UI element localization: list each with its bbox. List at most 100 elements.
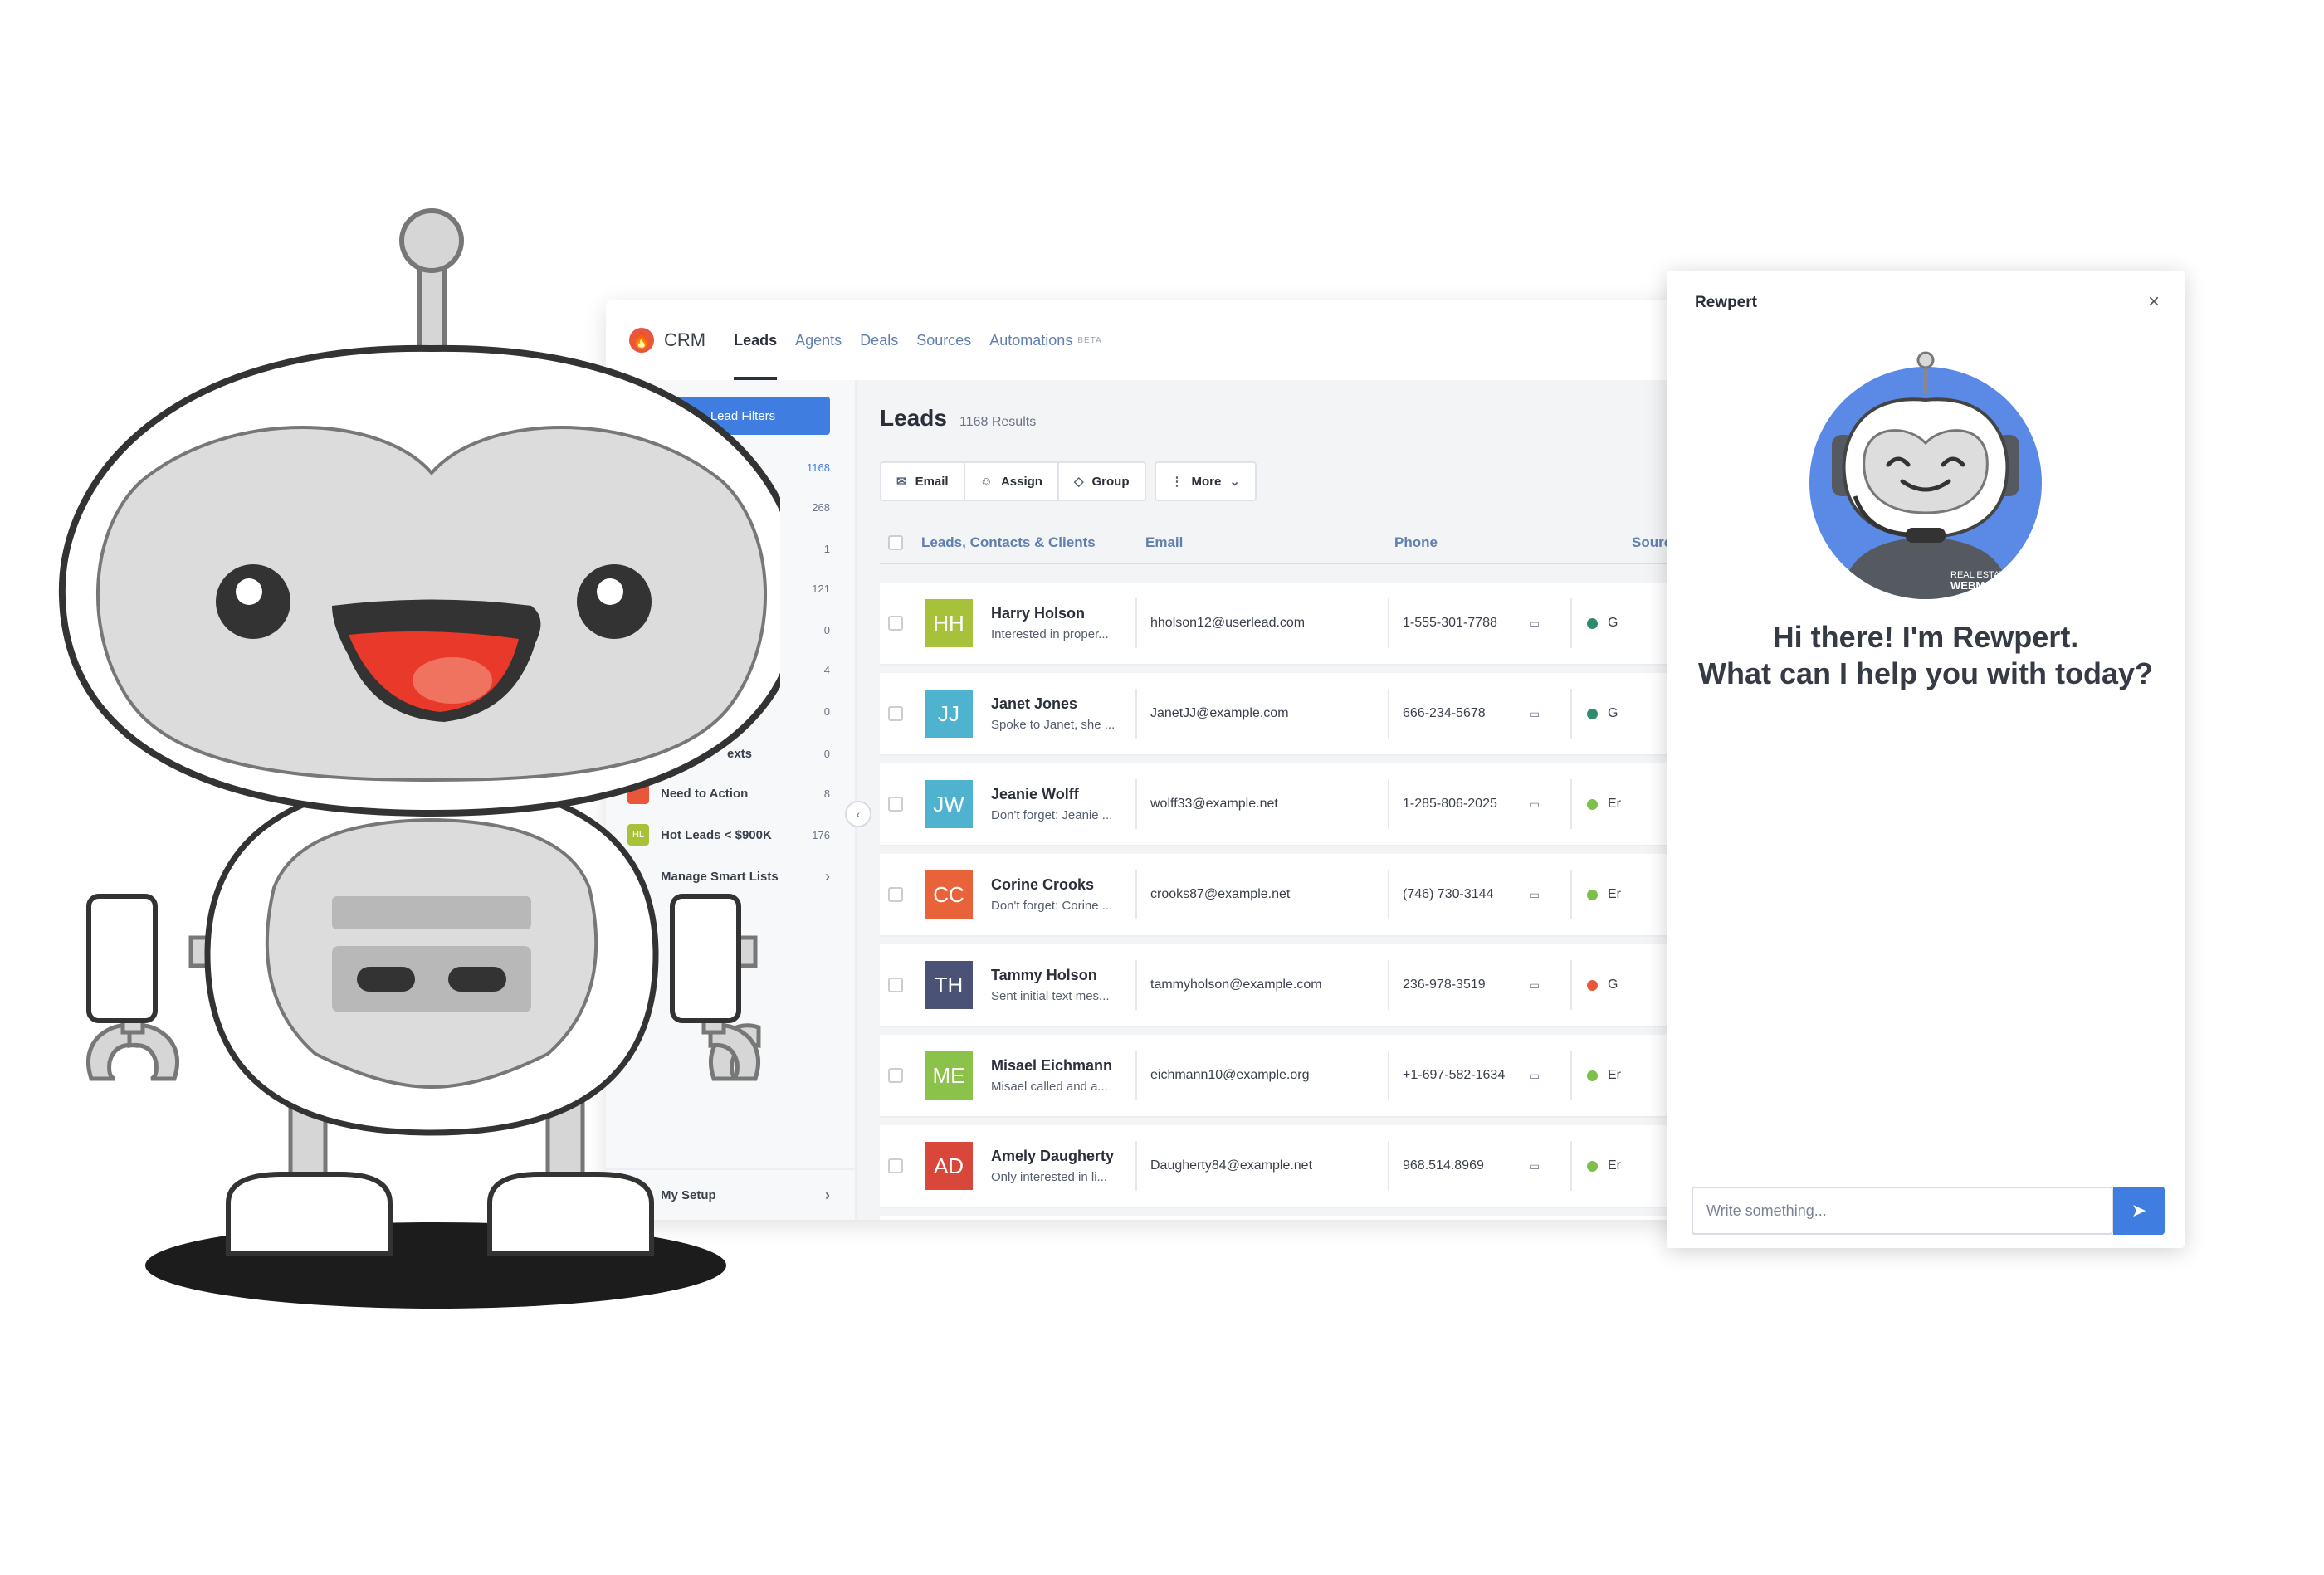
- lead-note: Only interested in li...: [991, 1170, 1108, 1184]
- lead-phone[interactable]: 1-285-806-2025: [1389, 797, 1529, 812]
- message-icon[interactable]: ▭: [1529, 707, 1570, 721]
- lead-name[interactable]: Corine Crooks: [991, 876, 1135, 894]
- table-row[interactable]: ME Misael Eichmann Misael called and a..…: [880, 1035, 1702, 1118]
- lead-email[interactable]: JanetJJ@example.com: [1137, 706, 1388, 721]
- lead-source-label: G: [1608, 978, 1618, 992]
- lead-note: Don't forget: Corine ...: [991, 899, 1113, 913]
- tab-agents[interactable]: Agents: [795, 300, 842, 380]
- row-checkbox[interactable]: [888, 706, 903, 721]
- select-all-checkbox[interactable]: [888, 535, 903, 550]
- lead-source: Er: [1572, 1068, 1621, 1083]
- more-button[interactable]: ⋮ More ⌄: [1156, 463, 1255, 500]
- lead-phone[interactable]: 968.514.8969: [1389, 1158, 1529, 1173]
- lead-email[interactable]: crooks87@example.net: [1137, 887, 1388, 902]
- table-row[interactable]: CC Corine Crooks Don't forget: Corine ..…: [880, 854, 1702, 937]
- lead-source: Er: [1572, 1158, 1621, 1173]
- row-checkbox[interactable]: [888, 1158, 903, 1173]
- lead-email[interactable]: tammyholson@example.com: [1137, 978, 1388, 992]
- column-header-source[interactable]: Sourc: [1632, 534, 1672, 551]
- more-dropdown[interactable]: ⋮ More ⌄: [1154, 461, 1257, 501]
- lead-note: Spoke to Janet, she ...: [991, 718, 1116, 732]
- lead-phone[interactable]: 1-555-301-7788: [1389, 616, 1529, 631]
- tab-deals[interactable]: Deals: [860, 300, 898, 380]
- chevron-down-icon: ⌄: [1229, 475, 1240, 489]
- table-row[interactable]: MB Mariela Blick Miss Blick is away al..…: [880, 1216, 1702, 1220]
- lead-name[interactable]: Misael Eichmann: [991, 1057, 1135, 1075]
- table-row[interactable]: AD Amely Daugherty Only interested in li…: [880, 1125, 1702, 1208]
- bulk-actions-group: ✉ Email ☺ Assign ◇ Group: [880, 461, 1146, 501]
- message-icon[interactable]: ▭: [1529, 797, 1570, 812]
- lead-email[interactable]: hholson12@userlead.com: [1137, 616, 1388, 631]
- email-button-label: Email: [915, 474, 949, 489]
- assign-button[interactable]: ☺ Assign: [965, 463, 1059, 500]
- avatar: JJ: [925, 690, 973, 738]
- table-row[interactable]: JJ Janet Jones Spoke to Janet, she ... J…: [880, 673, 1702, 756]
- avatar: AD: [925, 1142, 973, 1190]
- lead-phone[interactable]: +1-697-582-1634: [1389, 1068, 1529, 1083]
- envelope-icon: ✉: [896, 475, 907, 489]
- column-header-email[interactable]: Email: [1145, 534, 1394, 551]
- lead-email[interactable]: wolff33@example.net: [1137, 797, 1388, 812]
- bulk-toolbar: ✉ Email ☺ Assign ◇ Group ⋮ More ⌄: [880, 461, 1257, 501]
- lead-source-label: Er: [1608, 1068, 1621, 1082]
- table-row[interactable]: TH Tammy Holson Sent initial text mes...…: [880, 944, 1702, 1027]
- source-status-dot: [1587, 617, 1598, 629]
- kebab-icon: ⋮: [1170, 475, 1184, 489]
- greeting-line-2: What can I help you with today?: [1697, 656, 2153, 690]
- leads-main: Leads 1168 Results ✉ Email ☺ Assign ◇ Gr…: [857, 380, 1702, 1220]
- message-icon[interactable]: ▭: [1529, 888, 1570, 902]
- message-icon[interactable]: ▭: [1529, 1159, 1570, 1173]
- lead-phone[interactable]: 236-978-3519: [1389, 978, 1529, 992]
- collapse-sidebar-button[interactable]: ‹: [845, 801, 872, 827]
- sidebar-item-count: 0: [823, 747, 830, 760]
- send-button[interactable]: ➤: [2113, 1187, 2165, 1235]
- robot-mascot-illustration: [58, 208, 780, 1309]
- table-row[interactable]: HH Harry Holson Interested in proper... …: [880, 583, 1702, 666]
- row-checkbox[interactable]: [888, 1068, 903, 1083]
- lead-source: Er: [1572, 887, 1621, 902]
- page-title: Leads: [880, 405, 947, 431]
- lead-phone[interactable]: 666-234-5678: [1389, 706, 1529, 721]
- chevron-right-icon: ›: [825, 867, 830, 885]
- column-header-name[interactable]: Leads, Contacts & Clients: [921, 534, 1145, 551]
- row-checkbox[interactable]: [888, 887, 903, 902]
- row-checkbox[interactable]: [888, 978, 903, 992]
- column-header-phone[interactable]: Phone: [1394, 534, 1632, 551]
- lead-source-label: Er: [1608, 1158, 1621, 1173]
- message-icon[interactable]: ▭: [1529, 617, 1570, 631]
- lead-source: G: [1572, 616, 1618, 631]
- chat-title: Rewpert: [1695, 294, 1757, 311]
- close-icon[interactable]: ×: [2148, 290, 2160, 314]
- filter-count: 0: [823, 705, 830, 718]
- lead-note: Don't forget: Jeanie ...: [991, 808, 1113, 822]
- lead-phone[interactable]: (746) 730-3144: [1389, 887, 1529, 902]
- message-icon[interactable]: ▭: [1529, 1069, 1570, 1083]
- tab-sources[interactable]: Sources: [916, 300, 971, 380]
- message-icon[interactable]: ▭: [1529, 978, 1570, 992]
- lead-email[interactable]: eichmann10@example.org: [1137, 1068, 1388, 1083]
- lead-name-cell: Janet Jones Spoke to Janet, she ...: [991, 695, 1135, 732]
- group-button[interactable]: ◇ Group: [1059, 463, 1145, 500]
- results-count: 1168 Results: [959, 415, 1037, 429]
- row-checkbox[interactable]: [888, 797, 903, 812]
- source-status-dot: [1587, 1070, 1598, 1081]
- lead-email[interactable]: Daugherty84@example.net: [1137, 1158, 1388, 1173]
- tab-automations[interactable]: Automations BETA: [989, 300, 1101, 380]
- chat-message-input[interactable]: [1692, 1187, 2113, 1235]
- lead-name[interactable]: Janet Jones: [991, 695, 1135, 713]
- lead-name-cell: Amely Daugherty Only interested in li...: [991, 1148, 1135, 1184]
- lead-name[interactable]: Jeanie Wolff: [991, 786, 1135, 803]
- row-checkbox[interactable]: [888, 616, 903, 631]
- lead-name[interactable]: Harry Holson: [991, 605, 1135, 622]
- source-status-dot: [1587, 889, 1598, 900]
- source-status-dot: [1587, 708, 1598, 719]
- send-icon: ➤: [2131, 1200, 2147, 1221]
- email-button[interactable]: ✉ Email: [881, 463, 965, 500]
- lead-name[interactable]: Amely Daugherty: [991, 1148, 1135, 1165]
- filter-count: 121: [812, 583, 830, 595]
- avatar: TH: [925, 961, 973, 1009]
- sidebar-item-count: 8: [823, 787, 830, 800]
- table-row[interactable]: JW Jeanie Wolff Don't forget: Jeanie ...…: [880, 763, 1702, 846]
- lead-name[interactable]: Tammy Holson: [991, 967, 1135, 984]
- lead-name-cell: Misael Eichmann Misael called and a...: [991, 1057, 1135, 1094]
